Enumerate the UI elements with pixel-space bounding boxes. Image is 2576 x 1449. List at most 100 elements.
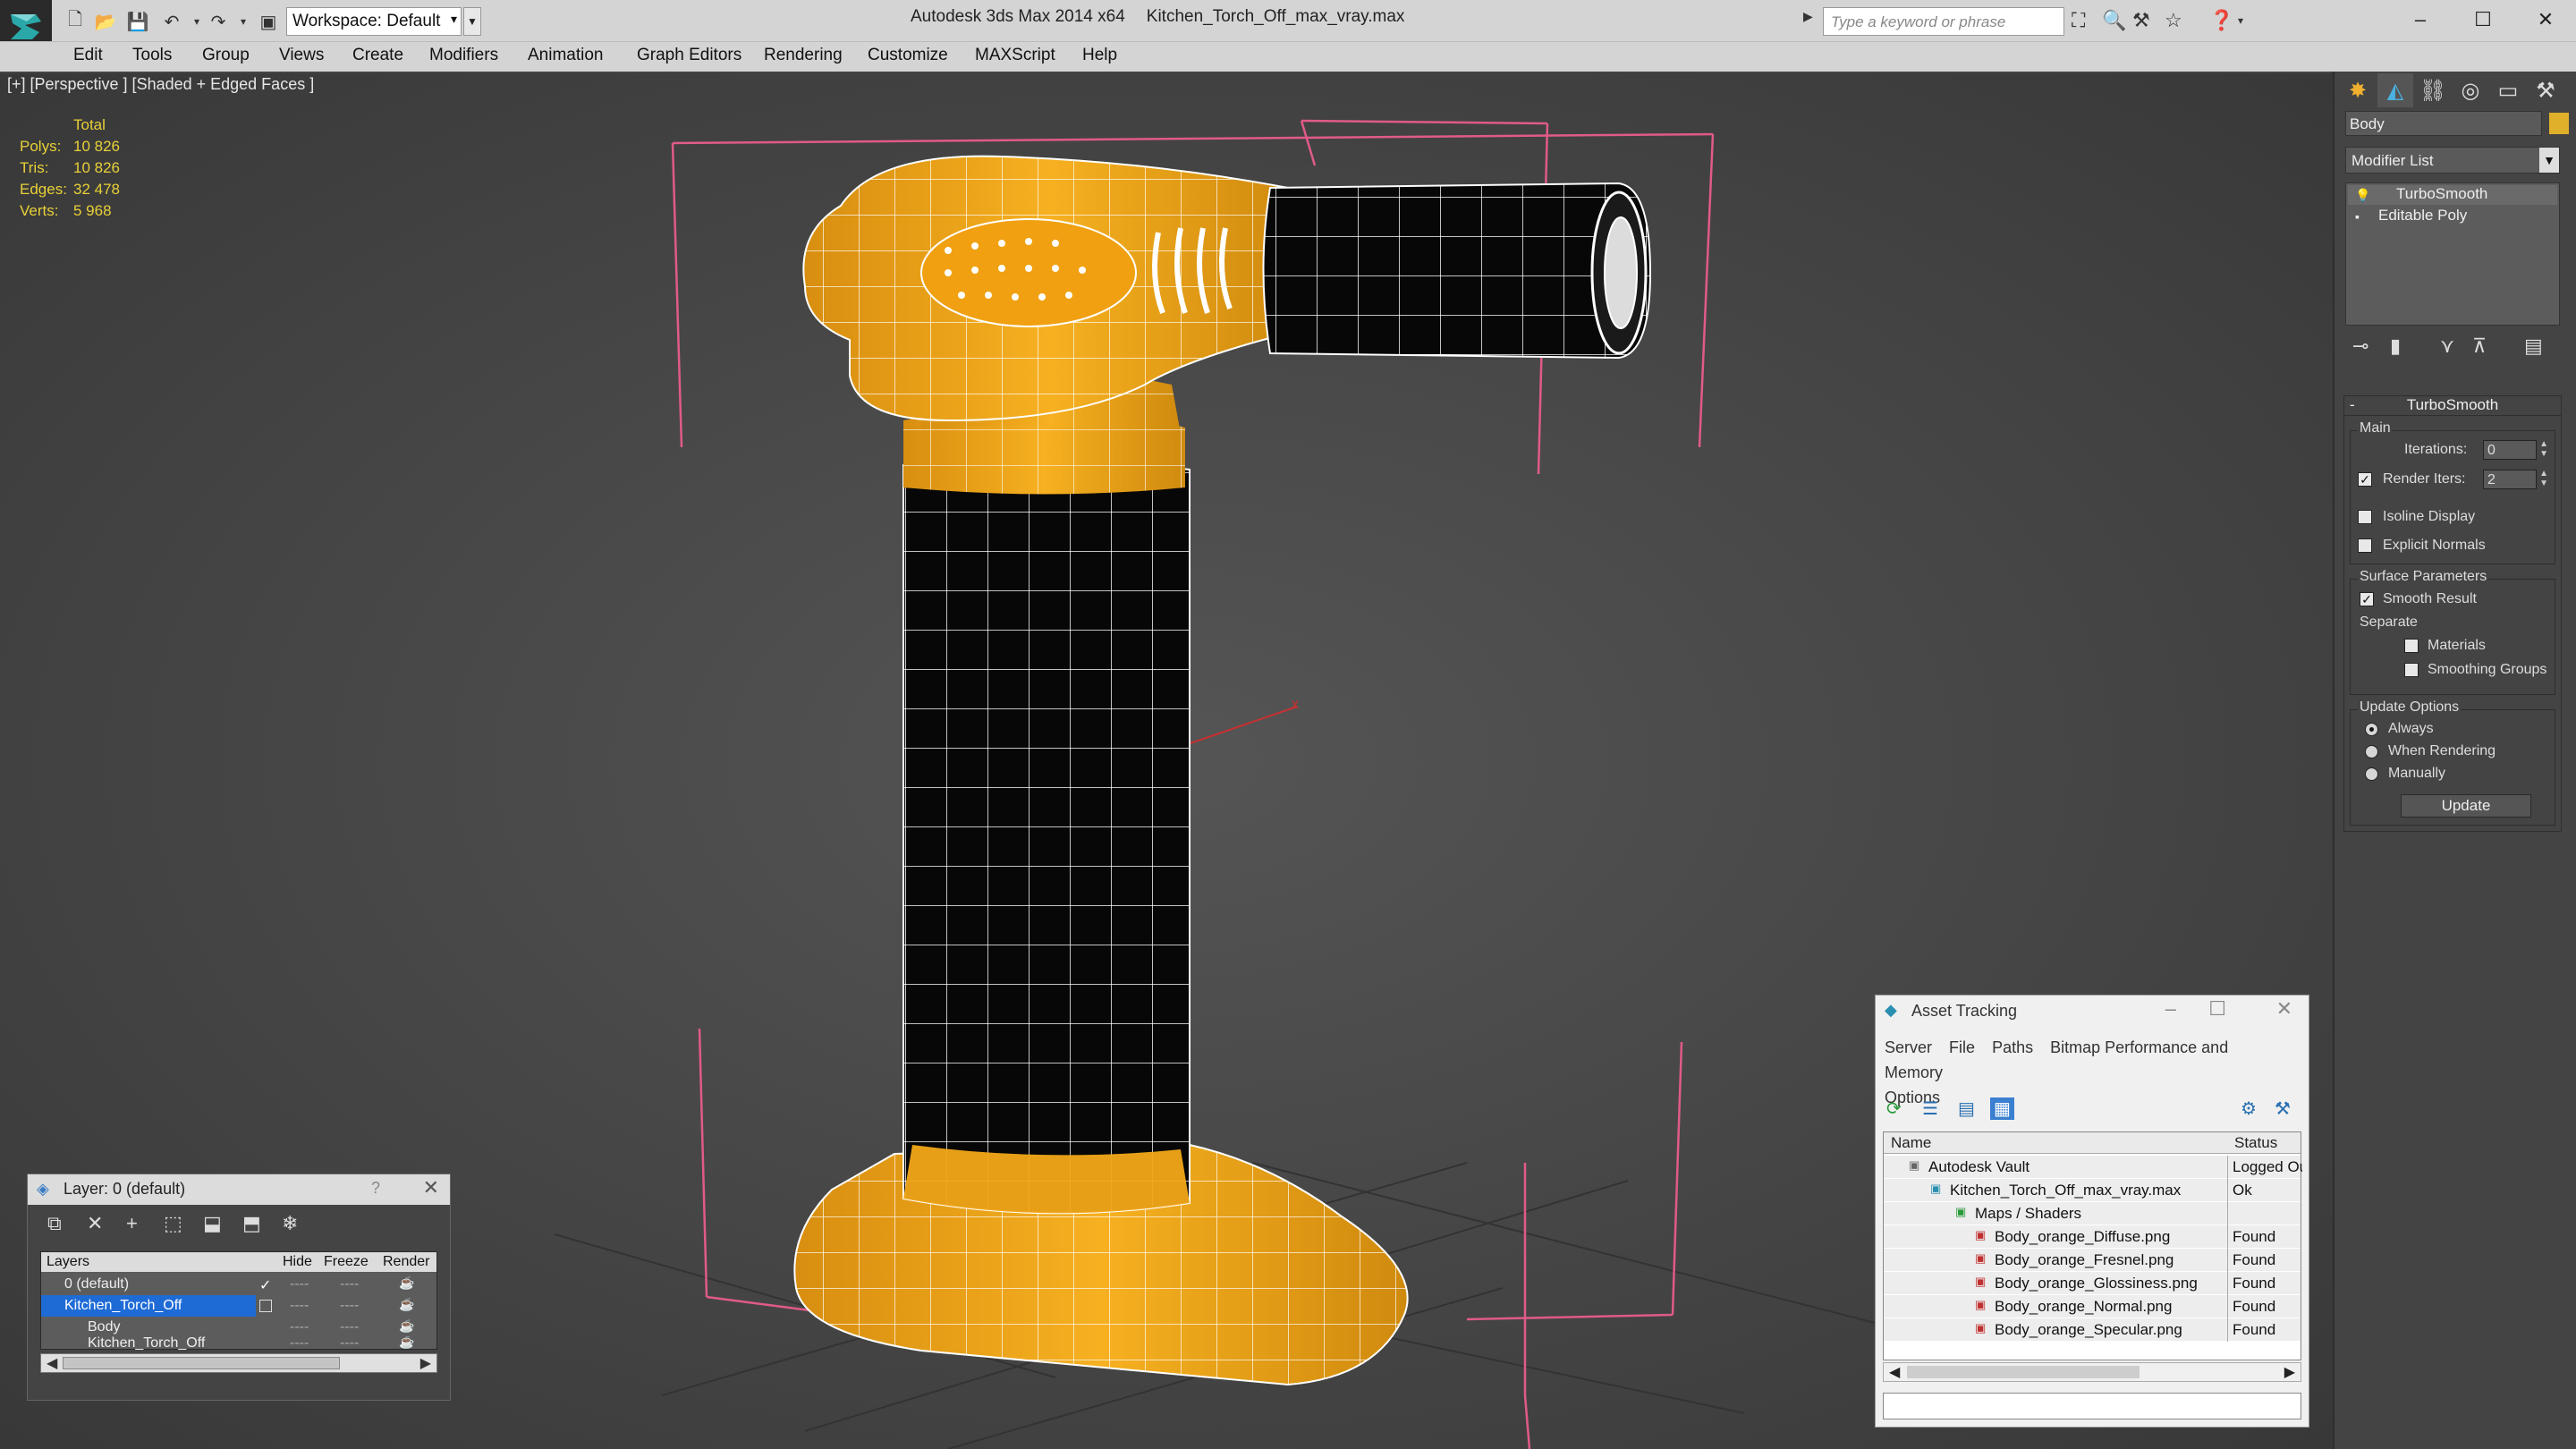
isoline-display-checkbox[interactable] bbox=[2358, 510, 2372, 524]
layer-row-selected[interactable]: Kitchen_Torch_Off ---- ---- ☕ bbox=[41, 1295, 436, 1317]
menu-group[interactable]: Group bbox=[202, 46, 250, 65]
utilities-tab-icon[interactable]: ⚒ bbox=[2528, 73, 2563, 107]
redo-icon[interactable]: ↷ bbox=[206, 9, 231, 34]
menu-file[interactable]: File bbox=[1949, 1038, 1975, 1056]
asset-horizontal-scrollbar[interactable]: ◀ ▶ bbox=[1883, 1362, 2301, 1382]
render-teapot-icon[interactable]: ☕ bbox=[399, 1297, 414, 1312]
menu-rendering[interactable]: Rendering bbox=[764, 46, 843, 65]
active-layer-check-icon[interactable]: ✓ bbox=[259, 1276, 271, 1294]
pin-stack-icon[interactable]: ⊸ bbox=[2352, 335, 2368, 358]
menu-server[interactable]: Server bbox=[1885, 1038, 1932, 1056]
stack-item-editable-poly[interactable]: ▪ Editable Poly bbox=[2348, 207, 2557, 226]
remove-modifier-icon[interactable]: ⊼ bbox=[2472, 335, 2487, 358]
scroll-right-icon[interactable]: ▶ bbox=[420, 1354, 431, 1372]
highlight-layer-icon[interactable]: ⬓ bbox=[203, 1212, 222, 1235]
lightbulb-icon[interactable]: 💡 bbox=[2355, 188, 2370, 203]
create-layer-icon[interactable]: ⧉ bbox=[47, 1212, 62, 1235]
subscription-icon[interactable]: ⚒ bbox=[2132, 9, 2150, 32]
favorites-star-icon[interactable]: ☆ bbox=[2165, 9, 2182, 32]
menu-tools[interactable]: Tools bbox=[132, 46, 172, 65]
torch-handle[interactable] bbox=[902, 458, 1191, 1215]
asset-tracking-titlebar[interactable]: ◆ Asset Tracking – ☐ ✕ bbox=[1876, 996, 2309, 1024]
modifier-list-dropdown[interactable]: Modifier List ▼ bbox=[2345, 147, 2560, 174]
freeze-toggle[interactable]: ---- bbox=[340, 1298, 359, 1314]
close-window-button[interactable]: ✕ bbox=[2522, 4, 2569, 36]
hide-toggle[interactable]: ---- bbox=[290, 1298, 309, 1314]
menu-edit[interactable]: Edit bbox=[73, 46, 103, 65]
smooth-result-checkbox[interactable]: ✓ bbox=[2360, 592, 2374, 606]
undo-icon[interactable]: ↶ bbox=[159, 9, 184, 34]
hide-all-layers-icon[interactable]: ⬒ bbox=[242, 1212, 261, 1235]
freeze-toggle[interactable]: ---- bbox=[340, 1319, 359, 1335]
asset-row[interactable]: ▣ Body_orange_Specular.png Found bbox=[1884, 1318, 2301, 1342]
minimize-button[interactable]: – bbox=[2397, 4, 2444, 36]
render-teapot-icon[interactable]: ☕ bbox=[399, 1275, 414, 1291]
menu-maxscript[interactable]: MAXScript bbox=[975, 46, 1055, 65]
layer-horizontal-scrollbar[interactable]: ◀ ▶ bbox=[40, 1353, 437, 1373]
object-color-swatch[interactable] bbox=[2549, 113, 2569, 134]
select-in-layer-icon[interactable]: ⬚ bbox=[164, 1212, 182, 1235]
table-view-icon[interactable]: ▦ bbox=[1990, 1097, 2014, 1120]
asset-row[interactable]: ▣ Autodesk Vault Logged Ou bbox=[1884, 1156, 2302, 1179]
create-tab-icon[interactable]: ✸ bbox=[2340, 73, 2376, 107]
menu-modifiers[interactable]: Modifiers bbox=[429, 46, 498, 65]
project-folder-icon[interactable]: ▣ bbox=[256, 9, 281, 34]
menu-paths[interactable]: Paths bbox=[1992, 1038, 2033, 1056]
save-icon[interactable]: 💾 bbox=[125, 9, 150, 34]
make-unique-icon[interactable]: ⋎ bbox=[2440, 335, 2454, 358]
object-name-field[interactable]: Body bbox=[2345, 111, 2542, 136]
update-button[interactable]: Update bbox=[2401, 794, 2531, 818]
scroll-right-icon[interactable]: ▶ bbox=[2284, 1363, 2295, 1381]
menu-animation[interactable]: Animation bbox=[528, 46, 604, 65]
show-end-result-icon[interactable]: ▮ bbox=[2390, 335, 2401, 358]
asset-row[interactable]: ▣ Body_orange_Normal.png Found bbox=[1884, 1295, 2301, 1318]
workspace-dropdown[interactable]: Workspace: Default ▾ bbox=[286, 7, 462, 36]
asset-row[interactable]: ▣ Body_orange_Diffuse.png Found bbox=[1884, 1225, 2301, 1249]
scroll-thumb[interactable] bbox=[63, 1357, 340, 1369]
render-iters-spinner[interactable]: 2 ▲ ▼ bbox=[2483, 469, 2548, 489]
freeze-all-layers-icon[interactable]: ❄ bbox=[282, 1212, 298, 1235]
open-file-icon[interactable]: 📂 bbox=[93, 9, 118, 34]
motion-tab-icon[interactable]: ◎ bbox=[2453, 73, 2488, 107]
rollout-header[interactable]: - TurboSmooth bbox=[2344, 396, 2561, 416]
render-iters-checkbox[interactable]: ✓ bbox=[2358, 472, 2372, 487]
menu-bitmap-performance[interactable]: Bitmap Performance and Memory bbox=[1885, 1038, 2228, 1081]
maximize-icon[interactable]: ☐ bbox=[2208, 997, 2226, 1021]
new-file-icon[interactable]: 🗋 bbox=[63, 9, 88, 34]
vault-settings-icon[interactable]: ⚒ bbox=[2275, 1097, 2291, 1120]
hierarchy-tab-icon[interactable]: ⛓ bbox=[2415, 73, 2451, 107]
menu-help[interactable]: Help bbox=[1082, 46, 1117, 65]
spinner-arrows-icon[interactable]: ▲ ▼ bbox=[2539, 439, 2548, 459]
help-icon[interactable]: ? bbox=[371, 1179, 380, 1198]
set-current-checkbox[interactable] bbox=[259, 1300, 272, 1312]
close-icon[interactable]: ✕ bbox=[2276, 997, 2292, 1021]
update-when-rendering-radio[interactable] bbox=[2365, 745, 2378, 758]
smoothing-groups-checkbox[interactable] bbox=[2404, 663, 2419, 677]
search-expand-icon[interactable]: ▶ bbox=[1803, 9, 1813, 24]
iterations-spinner[interactable]: 0 ▲ ▼ bbox=[2483, 439, 2548, 460]
configure-sets-icon[interactable]: ▤ bbox=[2524, 335, 2543, 358]
column-status[interactable]: Status bbox=[2234, 1134, 2277, 1152]
menu-graph-editors[interactable]: Graph Editors bbox=[637, 46, 741, 65]
update-always-radio[interactable] bbox=[2365, 723, 2378, 736]
freeze-toggle[interactable]: ---- bbox=[340, 1276, 359, 1292]
list-view-icon[interactable]: ☰ bbox=[1922, 1097, 1938, 1120]
close-icon[interactable]: ✕ bbox=[423, 1176, 439, 1199]
menu-create[interactable]: Create bbox=[352, 46, 403, 65]
column-render[interactable]: Render bbox=[383, 1254, 429, 1270]
modify-tab-icon[interactable]: ◭ bbox=[2377, 73, 2413, 107]
asset-row[interactable]: ▣ Kitchen_Torch_Off_max_vray.max Ok bbox=[1884, 1179, 2301, 1202]
redo-dropdown-icon[interactable]: ▾ bbox=[231, 9, 256, 34]
help-icon[interactable]: ❓ bbox=[2209, 9, 2233, 32]
delete-layer-icon[interactable]: ✕ bbox=[87, 1212, 103, 1235]
workspace-menu-button[interactable]: ▼ bbox=[463, 7, 481, 36]
column-freeze[interactable]: Freeze bbox=[324, 1254, 369, 1270]
hide-toggle[interactable]: ---- bbox=[290, 1276, 309, 1292]
layer-row[interactable]: 0 (default) ✓ ---- ---- ☕ bbox=[41, 1274, 436, 1295]
scroll-left-icon[interactable]: ◀ bbox=[47, 1354, 57, 1372]
scroll-left-icon[interactable]: ◀ bbox=[1889, 1363, 1900, 1381]
display-tab-icon[interactable]: ▭ bbox=[2490, 73, 2526, 107]
layer-object-row[interactable]: Kitchen_Torch_Off ---- ---- ☕ bbox=[41, 1336, 436, 1351]
scroll-thumb[interactable] bbox=[1907, 1366, 2140, 1378]
spinner-arrows-icon[interactable]: ▲ ▼ bbox=[2539, 469, 2548, 488]
